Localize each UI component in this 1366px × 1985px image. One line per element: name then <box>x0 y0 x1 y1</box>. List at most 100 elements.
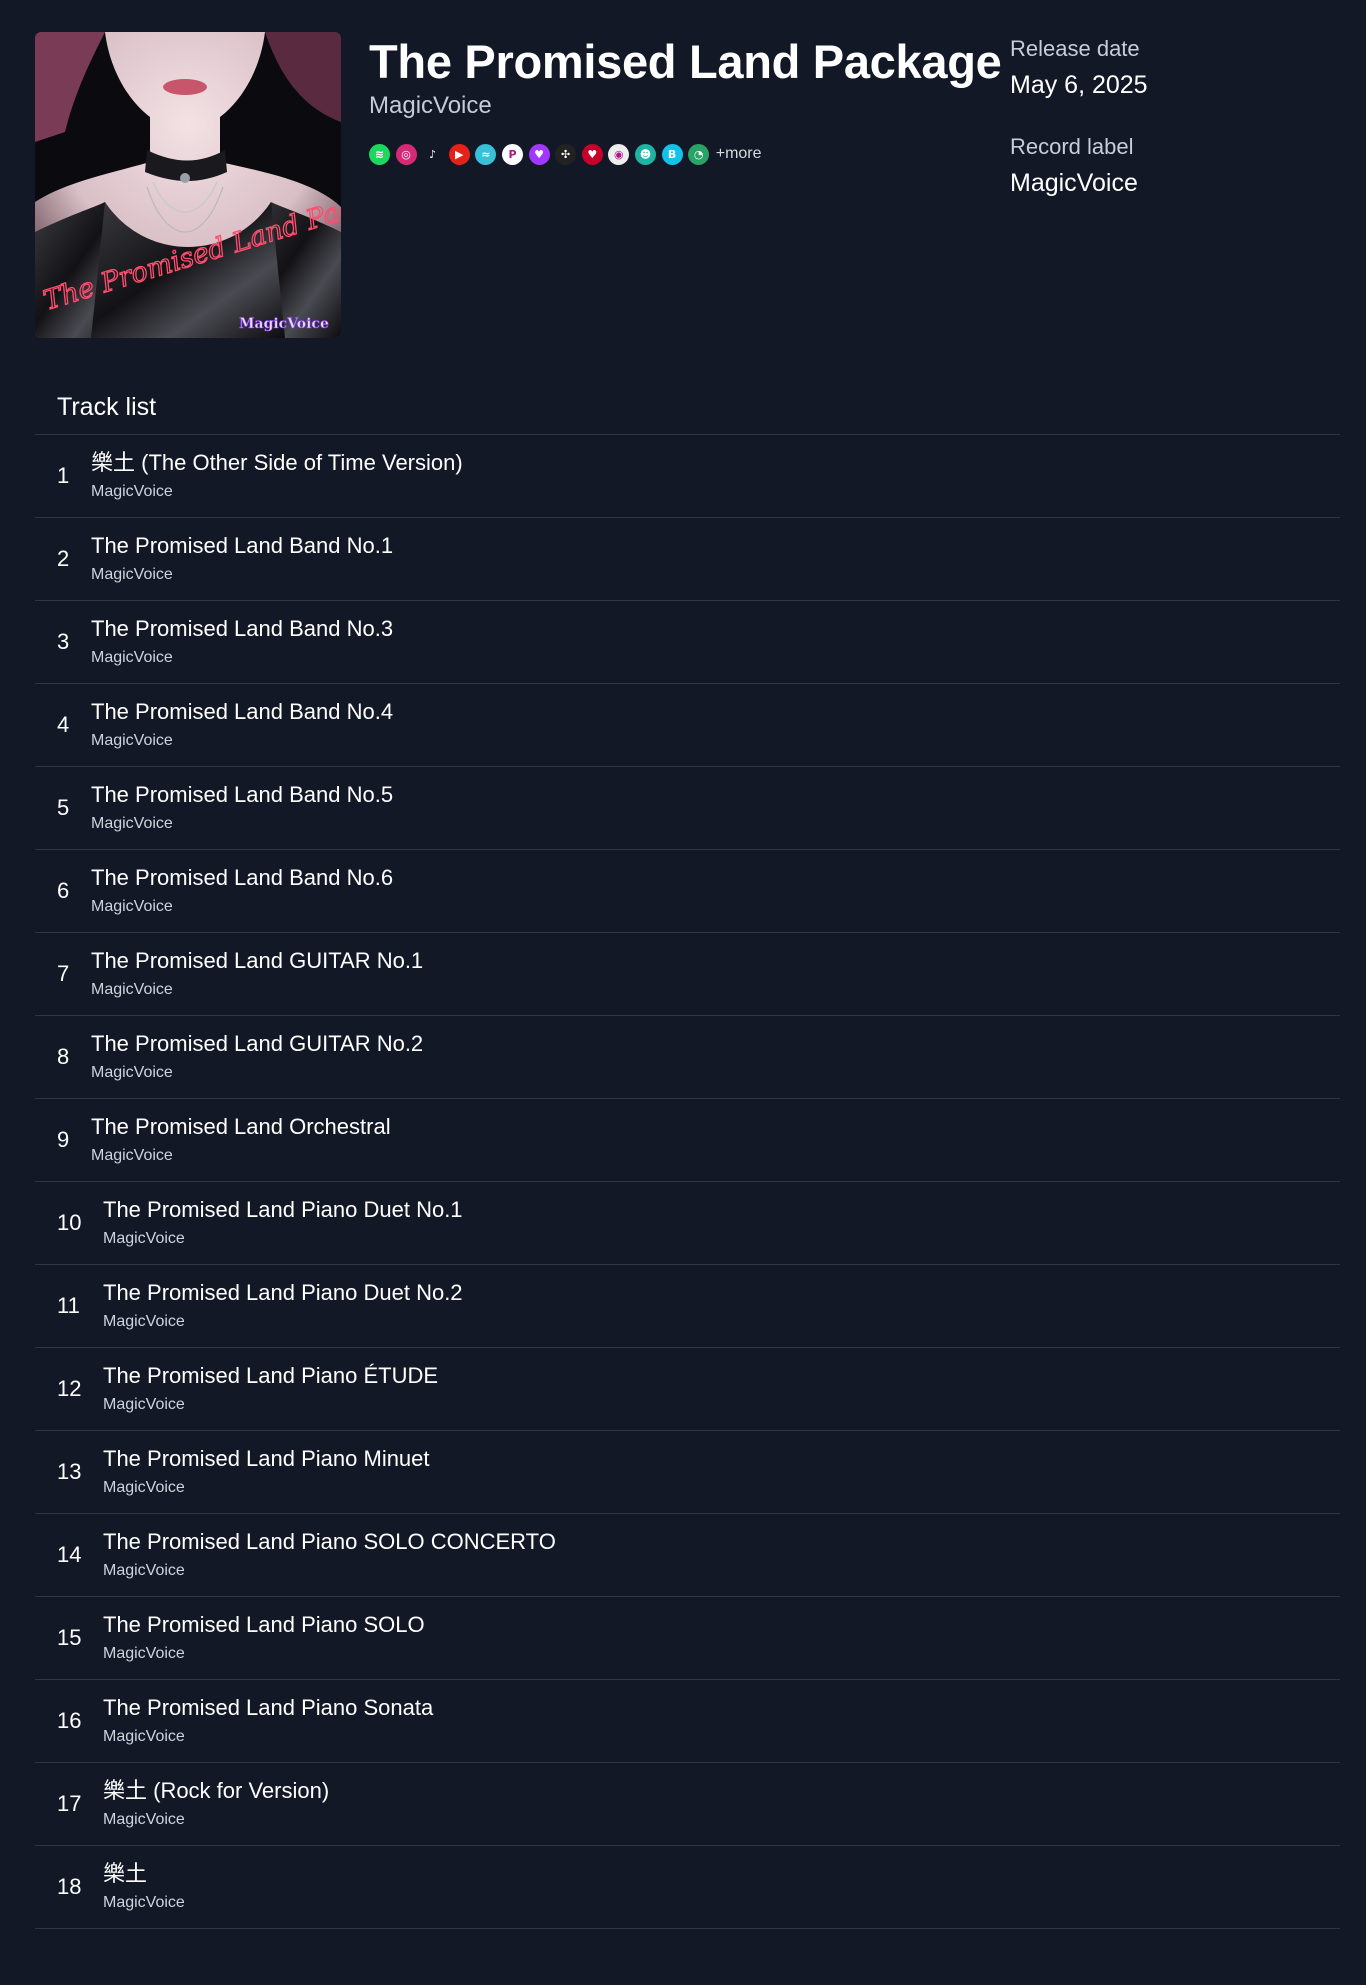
track-number: 11 <box>57 1293 80 1318</box>
track-meta: The Promised Land Piano Duet No.1 MagicVo… <box>103 1196 463 1250</box>
track-row[interactable]: 14 The Promised Land Piano SOLO CONCERTO M… <box>35 1514 1340 1597</box>
amazon-music-icon[interactable]: ≈ <box>475 143 497 165</box>
track-row[interactable]: 11 The Promised Land Piano Duet No.2 Magic… <box>35 1265 1340 1348</box>
track-row[interactable]: 15 The Promised Land Piano SOLO MagicVoice <box>35 1597 1340 1680</box>
track-row[interactable]: 6 The Promised Land Band No.6 MagicVoice <box>35 850 1340 933</box>
track-artist[interactable]: MagicVoice <box>91 896 393 918</box>
track-artist[interactable]: MagicVoice <box>103 1311 463 1333</box>
track-artist[interactable]: MagicVoice <box>103 1228 463 1250</box>
track-title[interactable]: The Promised Land Band No.1 <box>91 532 393 560</box>
track-title[interactable]: The Promised Land Band No.3 <box>91 615 393 643</box>
album-cover[interactable]: The Promised Land Package MagicVoice <box>35 32 341 338</box>
anghami-icon[interactable]: ☻ <box>634 143 656 165</box>
boomplay-icon[interactable]: B <box>661 143 683 165</box>
spotify-icon[interactable]: ≋ <box>369 143 390 165</box>
pandora-icon[interactable]: P <box>501 143 523 165</box>
track-list: Track list 1 樂土 (The Other Side of Time V… <box>35 382 1340 1929</box>
track-meta: 樂土 MagicVoice <box>103 1860 185 1914</box>
track-artist[interactable]: MagicVoice <box>103 1477 430 1499</box>
platform-links: ≋ ◎ ♪ ▶ ≈ P ♥ ✣ ♥ ◉ ☻ B ◔ +more <box>369 142 1009 166</box>
track-title[interactable]: The Promised Land GUITAR No.2 <box>91 1030 423 1058</box>
track-row[interactable]: 2 The Promised Land Band No.1 MagicVoice <box>35 518 1340 601</box>
track-title[interactable]: The Promised Land Band No.5 <box>91 781 393 809</box>
track-meta: The Promised Land Piano Duet No.2 MagicVo… <box>103 1279 463 1333</box>
track-title[interactable]: 樂土 <box>103 1860 185 1888</box>
qobuz-icon[interactable]: ◔ <box>688 143 710 165</box>
track-row[interactable]: 17 樂土 (Rock for Version) MagicVoice <box>35 1763 1340 1846</box>
track-title[interactable]: The Promised Land Piano ÉTUDE <box>103 1362 438 1390</box>
track-number: 18 <box>57 1874 82 1899</box>
more-platforms-link[interactable]: +more <box>716 145 762 163</box>
track-meta: The Promised Land Band No.6 MagicVoice <box>91 864 393 918</box>
track-row[interactable]: 4 The Promised Land Band No.4 MagicVoice <box>35 684 1340 767</box>
track-artist[interactable]: MagicVoice <box>103 1560 556 1582</box>
track-artist[interactable]: MagicVoice <box>91 481 463 503</box>
deezer-icon[interactable]: ♥ <box>528 143 550 165</box>
track-title[interactable]: The Promised Land Band No.4 <box>91 698 393 726</box>
track-artist[interactable]: MagicVoice <box>103 1726 433 1748</box>
track-number: 2 <box>57 546 70 571</box>
track-row[interactable]: 5 The Promised Land Band No.5 MagicVoice <box>35 767 1340 850</box>
track-row[interactable]: 18 樂土 MagicVoice <box>35 1846 1340 1929</box>
record-label-value: MagicVoice <box>1010 169 1138 197</box>
album-info: The Promised Land Package MagicVoice ≋ ◎ ♪… <box>369 32 1009 166</box>
track-row[interactable]: 3 The Promised Land Band No.3 MagicVoice <box>35 601 1340 684</box>
tiktok-icon[interactable]: ♪ <box>422 143 444 165</box>
track-title[interactable]: The Promised Land Band No.6 <box>91 864 393 892</box>
track-title[interactable]: The Promised Land Piano SOLO CONCERTO <box>103 1528 556 1556</box>
track-row[interactable]: 10 The Promised Land Piano Duet No.1 Magic… <box>35 1182 1340 1265</box>
track-row[interactable]: 13 The Promised Land Piano Minuet MagicVoi… <box>35 1431 1340 1514</box>
track-title[interactable]: The Promised Land Piano Duet No.2 <box>103 1279 463 1307</box>
track-number: 7 <box>57 961 70 986</box>
tidal-icon[interactable]: ✣ <box>555 143 577 165</box>
track-list-heading: Track list <box>35 382 1340 435</box>
track-title[interactable]: The Promised Land Piano SOLO <box>103 1611 425 1639</box>
track-title[interactable]: The Promised Land Piano Sonata <box>103 1694 433 1722</box>
track-row[interactable]: 16 The Promised Land Piano Sonata MagicVoi… <box>35 1680 1340 1763</box>
track-number: 4 <box>57 712 70 737</box>
track-artist[interactable]: MagicVoice <box>91 1062 423 1084</box>
youtube-music-icon[interactable]: ▶ <box>448 143 470 165</box>
album-page: The Promised Land Package MagicVoice The… <box>35 32 1340 1929</box>
track-title[interactable]: The Promised Land Orchestral <box>91 1113 391 1141</box>
track-row[interactable]: 8 The Promised Land GUITAR No.2 MagicVoice <box>35 1016 1340 1099</box>
track-artist[interactable]: MagicVoice <box>91 979 423 1001</box>
track-number: 1 <box>57 463 70 488</box>
album-artist[interactable]: MagicVoice <box>369 90 1009 122</box>
track-artist[interactable]: MagicVoice <box>103 1643 425 1665</box>
track-meta: The Promised Land Piano Sonata MagicVoice <box>103 1694 433 1748</box>
track-meta: The Promised Land Piano Minuet MagicVoice <box>103 1445 430 1499</box>
track-artist[interactable]: MagicVoice <box>91 813 393 835</box>
track-title[interactable]: The Promised Land GUITAR No.1 <box>91 947 423 975</box>
track-artist[interactable]: MagicVoice <box>91 647 393 669</box>
audiomack-icon[interactable]: ◉ <box>608 143 630 165</box>
track-number: 13 <box>57 1459 82 1484</box>
track-artist[interactable]: MagicVoice <box>91 1145 391 1167</box>
track-number: 16 <box>57 1708 82 1733</box>
track-number: 9 <box>57 1127 70 1152</box>
instagram-icon[interactable]: ◎ <box>395 143 417 165</box>
track-title[interactable]: 樂土 (Rock for Version) <box>103 1777 329 1805</box>
track-artist[interactable]: MagicVoice <box>91 730 393 752</box>
track-meta: The Promised Land Band No.3 MagicVoice <box>91 615 393 669</box>
track-title[interactable]: The Promised Land Piano Duet No.1 <box>103 1196 463 1224</box>
track-row[interactable]: 9 The Promised Land Orchestral MagicVoice <box>35 1099 1340 1182</box>
iheartradio-icon[interactable]: ♥ <box>581 143 603 165</box>
track-artist[interactable]: MagicVoice <box>103 1809 329 1831</box>
track-row[interactable]: 7 The Promised Land GUITAR No.1 MagicVoice <box>35 933 1340 1016</box>
track-title[interactable]: 樂土 (The Other Side of Time Version) <box>91 449 463 477</box>
album-meta: Release date May 6, 2025 Record label Ma… <box>1010 32 1330 200</box>
track-artist[interactable]: MagicVoice <box>91 564 393 586</box>
record-label-label: Record label <box>1010 134 1134 159</box>
track-number: 12 <box>57 1376 82 1401</box>
track-artist[interactable]: MagicVoice <box>103 1394 438 1416</box>
track-row[interactable]: 12 The Promised Land Piano ÉTUDE MagicVoic… <box>35 1348 1340 1431</box>
track-meta: 樂土 (The Other Side of Time Version) Magic… <box>91 449 463 503</box>
track-title[interactable]: The Promised Land Piano Minuet <box>103 1445 430 1473</box>
album-cover-art: The Promised Land Package MagicVoice <box>35 32 341 338</box>
album-title: The Promised Land Package <box>369 35 1002 88</box>
track-number: 5 <box>57 795 70 820</box>
track-row[interactable]: 1 樂土 (The Other Side of Time Version) Magi… <box>35 435 1340 518</box>
track-artist[interactable]: MagicVoice <box>103 1892 185 1914</box>
track-meta: The Promised Land Piano SOLO MagicVoice <box>103 1611 425 1665</box>
